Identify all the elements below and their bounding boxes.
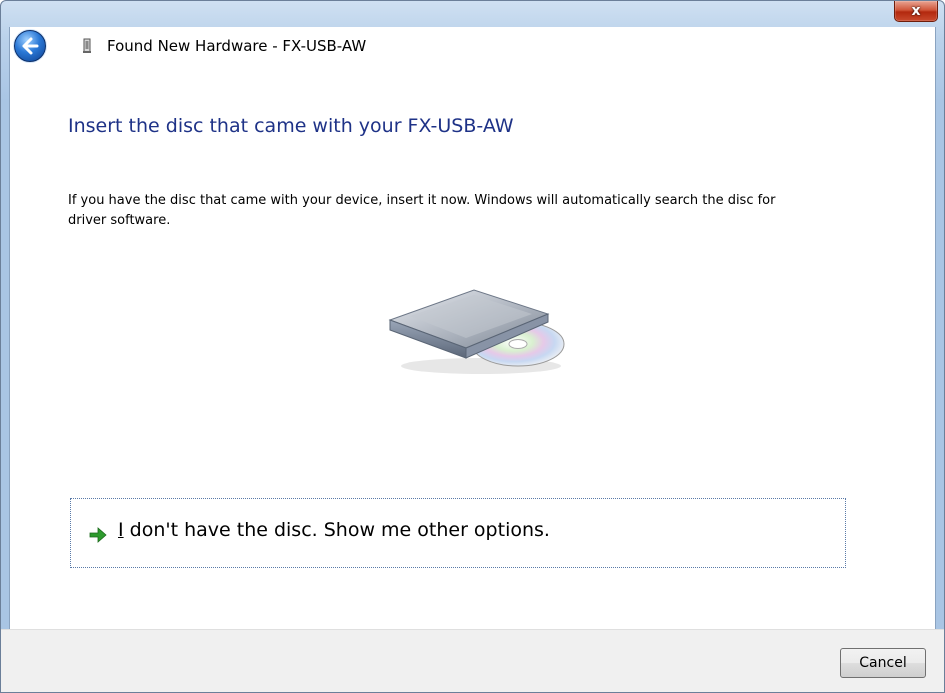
no-disc-option-link[interactable]: I don't have the disc. Show me other opt…: [70, 498, 846, 568]
cancel-button[interactable]: Cancel: [840, 648, 926, 678]
dialog-window: x Found New Hardware - FX-USB-AW Insert …: [0, 0, 945, 693]
green-arrow-icon: [89, 527, 107, 543]
option-label-text: don't have the disc. Show me other optio…: [123, 519, 550, 541]
title-bar: x: [1, 1, 944, 27]
disc-drive-illustration: [388, 289, 565, 374]
dialog-footer: Cancel: [1, 629, 944, 692]
no-disc-option-label: I don't have the disc. Show me other opt…: [118, 519, 550, 541]
back-button[interactable]: [14, 30, 46, 62]
instruction-text: If you have the disc that came with your…: [68, 193, 776, 228]
close-button[interactable]: x: [894, 1, 938, 22]
close-icon: x: [911, 3, 921, 19]
usb-device-icon: [83, 38, 91, 53]
window-title: Found New Hardware - FX-USB-AW: [107, 37, 367, 55]
back-arrow-icon: [22, 37, 39, 55]
page-heading: Insert the disc that came with your FX-U…: [68, 115, 514, 137]
